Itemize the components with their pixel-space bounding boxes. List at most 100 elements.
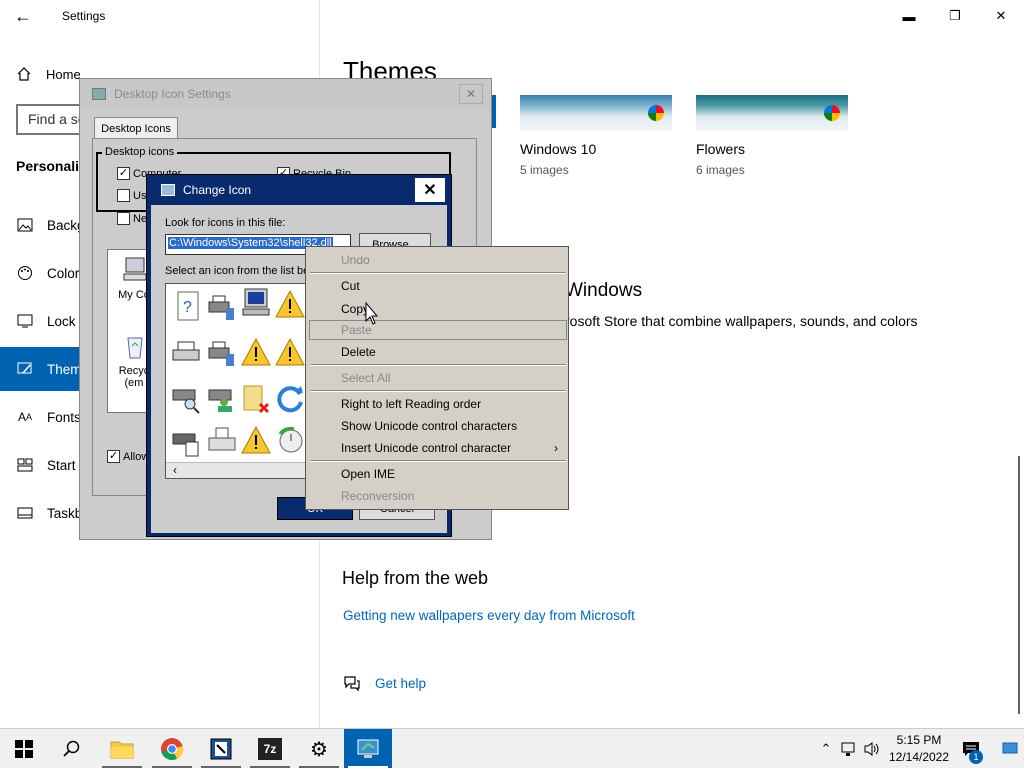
- theme-card-flowers[interactable]: Flowers 6 images: [696, 95, 851, 177]
- taskbar-app[interactable]: [197, 729, 245, 768]
- show-hidden-icons[interactable]: ⌃: [815, 729, 837, 768]
- color-wheel-icon: [824, 105, 840, 121]
- lock-screen-icon: [16, 312, 34, 330]
- settings-gear-icon: ⚙: [310, 738, 328, 761]
- menu-separator: [310, 364, 566, 366]
- checkbox-box[interactable]: ✓: [117, 167, 130, 180]
- help-file-icon[interactable]: ?: [172, 290, 204, 322]
- menu-separator: [310, 390, 566, 392]
- color-wheel-icon: [648, 105, 664, 121]
- chevron-left-icon[interactable]: ‹: [168, 463, 182, 478]
- clock-restore-icon[interactable]: [274, 424, 306, 456]
- printer-search-icon[interactable]: [170, 382, 202, 414]
- chrome-icon: [161, 738, 184, 760]
- checkbox-box[interactable]: [117, 189, 130, 202]
- section-heading: Personaliz: [16, 158, 87, 174]
- start-button[interactable]: [0, 729, 48, 768]
- get-help-link[interactable]: Get help: [343, 674, 426, 692]
- taskbar: 7z ⚙ ⌃ 5:15 PM 12/14/2022 1: [0, 728, 1024, 768]
- network-status[interactable]: [838, 729, 860, 768]
- fax-icon[interactable]: [206, 424, 238, 456]
- warning-icon[interactable]: [240, 336, 272, 368]
- sidebar-item-label: Taskb: [47, 505, 83, 521]
- taskbar-icon: [16, 504, 34, 522]
- search-icon: [63, 740, 80, 757]
- 7zip-icon: 7z: [258, 738, 282, 760]
- mouse-cursor-icon: [365, 302, 379, 325]
- sidebar-item-label: Start: [47, 457, 76, 473]
- menu-item-undo[interactable]: Undo: [341, 253, 370, 267]
- menu-item-delete[interactable]: Delete: [341, 345, 376, 359]
- sidebar-item-label: Them: [47, 361, 82, 377]
- menu-item-show-unicode[interactable]: Show Unicode control characters: [341, 419, 517, 433]
- dialog-title: Change Icon: [183, 183, 252, 197]
- context-menu: Undo Cut Copy Paste Delete Select All Ri…: [305, 246, 569, 510]
- menu-item-select-all[interactable]: Select All: [341, 371, 390, 385]
- checkbox-label: Ne: [133, 212, 148, 225]
- show-desktop[interactable]: [996, 729, 1024, 768]
- menu-item-cut[interactable]: Cut: [341, 279, 360, 293]
- look-for-icons-label: Look for icons in this file:: [165, 217, 286, 229]
- sidebar-item-label: Color: [47, 265, 80, 281]
- taskbar-file-explorer[interactable]: [98, 729, 146, 768]
- tab-desktop-icons[interactable]: Desktop Icons: [94, 117, 178, 139]
- printer-document-icon[interactable]: [170, 426, 202, 458]
- menu-item-reconversion[interactable]: Reconversion: [341, 489, 414, 503]
- folder-delete-icon[interactable]: [240, 382, 272, 414]
- picture-icon: [16, 216, 34, 234]
- clock-time: 5:15 PM: [896, 733, 942, 747]
- close-icon[interactable]: ✕: [415, 178, 445, 202]
- back-arrow-icon[interactable]: ←: [14, 6, 32, 27]
- taskbar-7zip[interactable]: 7z: [246, 729, 294, 768]
- menu-item-insert-unicode[interactable]: Insert Unicode control character: [341, 441, 511, 455]
- display-settings-icon: [357, 739, 379, 758]
- menu-item-rtl-reading-order[interactable]: Right to left Reading order: [341, 397, 481, 411]
- sidebar-item-label: Lock: [47, 313, 76, 329]
- select-icon-label: Select an icon from the list be: [165, 265, 310, 277]
- theme-count: 6 images: [696, 163, 745, 177]
- home-icon: [17, 67, 31, 81]
- printer-icon[interactable]: [170, 336, 202, 368]
- scrollbar[interactable]: [1018, 456, 1020, 714]
- checkbox-box[interactable]: ✓: [107, 450, 120, 463]
- restore-icon[interactable]: ❐: [932, 0, 978, 32]
- warning-icon[interactable]: [240, 424, 272, 456]
- menu-item-open-ime[interactable]: Open IME: [341, 467, 395, 481]
- notification-badge: 1: [969, 750, 983, 764]
- network-printer-icon[interactable]: [206, 290, 238, 322]
- volume-icon: [864, 742, 879, 756]
- checkbox-box[interactable]: [117, 212, 130, 225]
- close-icon[interactable]: ✕: [978, 0, 1024, 32]
- refresh-icon[interactable]: [274, 382, 306, 414]
- sidebar-item-label: Fonts: [47, 409, 81, 425]
- wallpapers-link[interactable]: Getting new wallpapers every day from Mi…: [343, 608, 635, 623]
- taskbar-settings[interactable]: ⚙: [295, 729, 343, 768]
- checkbox-network[interactable]: Ne: [117, 212, 147, 225]
- volume-control[interactable]: [861, 729, 883, 768]
- close-icon[interactable]: ✕: [459, 84, 483, 104]
- palette-icon: [16, 264, 34, 282]
- dialog-title: Desktop Icon Settings: [114, 87, 231, 101]
- taskbar-chrome[interactable]: [148, 729, 196, 768]
- desktop-icon: [1002, 742, 1018, 754]
- theme-card-windows-10[interactable]: Windows 10 5 images: [520, 95, 675, 177]
- taskbar-clock[interactable]: 5:15 PM 12/14/2022: [885, 732, 953, 766]
- warning-icon[interactable]: [274, 336, 306, 368]
- warning-icon[interactable]: [274, 288, 306, 320]
- windows-logo-icon: [15, 740, 33, 758]
- menu-separator: [310, 272, 566, 274]
- minimize-icon[interactable]: ▬: [886, 0, 932, 32]
- theme-thumbnail: [520, 95, 672, 131]
- taskbar-display-settings[interactable]: [344, 729, 392, 768]
- network-printer-icon[interactable]: [206, 336, 238, 368]
- window-title: Settings: [62, 9, 106, 23]
- get-help-label: Get help: [375, 675, 427, 691]
- search-button[interactable]: [48, 729, 96, 768]
- sidebar-item-home[interactable]: Home: [16, 64, 81, 84]
- computer-monitor-icon[interactable]: [240, 286, 272, 318]
- checkbox-allow-themes[interactable]: ✓ Allow: [107, 450, 149, 463]
- svg-text:?: ?: [183, 299, 192, 316]
- printer-users-icon[interactable]: [206, 382, 238, 414]
- store-description: rosoft Store that combine wallpapers, so…: [565, 313, 918, 329]
- theme-thumbnail: [696, 95, 848, 131]
